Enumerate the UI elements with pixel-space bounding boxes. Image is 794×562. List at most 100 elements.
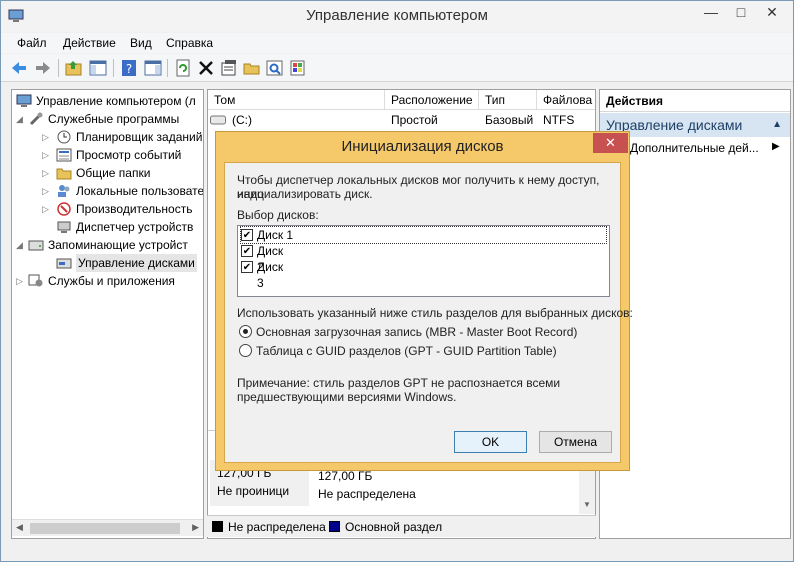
close-button[interactable]: ✕	[753, 1, 791, 23]
up-folder-icon[interactable]	[64, 58, 84, 78]
column-header-location[interactable]: Расположение	[385, 90, 479, 110]
toolbar-separator	[113, 59, 114, 77]
scroll-left-icon[interactable]: ◀	[16, 522, 23, 533]
menu-view[interactable]: Вид	[130, 36, 152, 50]
volume-name: (C:)	[232, 113, 252, 127]
mbr-radio[interactable]	[239, 325, 252, 338]
tree-item-label: Управление компьютером (л	[36, 94, 196, 108]
toolbar: ?	[1, 54, 793, 82]
forward-icon[interactable]	[33, 58, 53, 78]
shared-folder-icon	[56, 168, 72, 180]
open-icon[interactable]	[242, 58, 262, 78]
event-viewer-icon	[56, 148, 72, 162]
region-size: 127,00 ГБ	[318, 469, 373, 483]
region-status: Не распределена	[318, 487, 416, 501]
computer-management-icon	[16, 94, 32, 107]
expand-icon[interactable]: ▷	[42, 182, 52, 200]
performance-icon	[57, 202, 71, 216]
partition-style-label: Использовать указанный ниже стиль раздел…	[237, 306, 633, 320]
ok-button[interactable]: OK	[454, 431, 527, 453]
initialize-disk-dialog: Инициализация дисков ✕ Чтобы диспетчер л…	[215, 131, 633, 471]
delete-icon[interactable]	[196, 58, 216, 78]
show-hide-action-pane-icon[interactable]	[143, 58, 163, 78]
expand-icon[interactable]: ▷	[16, 272, 26, 290]
legend-label-primary: Основной раздел	[345, 520, 443, 534]
legend-swatch-primary	[329, 521, 340, 532]
title-bar: Управление компьютером — □ ✕	[1, 1, 793, 32]
expand-icon[interactable]: ▷	[42, 200, 52, 218]
device-manager-icon	[57, 221, 71, 233]
toolbar-separator	[58, 59, 59, 77]
tree-item-label: Локальные пользовате	[76, 184, 204, 198]
tree-item-label: Производительность	[76, 202, 193, 216]
tree-item-label: Управление дисками	[76, 254, 197, 272]
more-actions-item[interactable]: Дополнительные дей...	[630, 141, 759, 155]
note-line2: предшествующими версиями Windows.	[237, 390, 457, 404]
tree-item-label: Общие папки	[76, 166, 151, 180]
scroll-down-icon[interactable]: ▼	[583, 500, 591, 509]
disk-checkbox[interactable]: ✔	[241, 229, 253, 241]
expand-icon[interactable]: ▷	[42, 146, 52, 164]
tree-item-label: Планировщик заданий	[76, 130, 203, 144]
maximize-button[interactable]: □	[726, 1, 756, 23]
disk-checkbox[interactable]: ✔	[241, 261, 253, 273]
console-tree: Управление компьютером (л ◢ Служебные пр…	[11, 89, 204, 539]
back-icon[interactable]	[9, 58, 29, 78]
dialog-intro-line2: инициализировать диск.	[237, 187, 373, 201]
users-icon	[58, 185, 70, 197]
submenu-arrow-icon: ▶	[772, 141, 780, 152]
help-icon[interactable]: ?	[119, 58, 139, 78]
column-header-volume[interactable]: Том	[208, 90, 385, 110]
services-icon	[28, 274, 43, 287]
volume-location: Простой	[391, 113, 438, 127]
column-header-filesystem[interactable]: Файлова	[537, 90, 595, 110]
more-actions-label: Дополнительные дей...	[630, 141, 759, 155]
drive-icon	[210, 115, 226, 125]
tree-item-label: Запоминающие устройст	[48, 238, 188, 252]
clock-icon	[57, 130, 71, 144]
legend: Не распределена Основной раздел	[207, 515, 596, 537]
expand-icon[interactable]: ▷	[42, 128, 52, 146]
disk-list-item[interactable]: ✔ Диск 1	[240, 226, 607, 244]
select-disks-label: Выбор дисков:	[237, 208, 319, 222]
tree-item-label: Службы и приложения	[48, 274, 175, 288]
collapse-icon[interactable]: ◢	[16, 110, 26, 128]
gpt-radio[interactable]	[239, 344, 252, 357]
volume-filesystem: NTFS	[543, 113, 575, 127]
gpt-radio-label[interactable]: Таблица с GUID разделов (GPT - GUID Part…	[256, 344, 557, 358]
minimize-button[interactable]: —	[696, 1, 726, 23]
scroll-right-icon[interactable]: ▶	[192, 522, 199, 533]
tools-icon	[29, 112, 43, 126]
menu-bar: Файл Действие Вид Справка	[1, 33, 793, 53]
properties-icon[interactable]	[219, 58, 239, 78]
tree-item-label: Служебные программы	[48, 112, 180, 126]
cancel-button[interactable]: Отмена	[539, 431, 612, 453]
collapse-icon[interactable]: ◢	[16, 236, 26, 254]
wizard-icon[interactable]	[288, 58, 308, 78]
disk-checkbox[interactable]: ✔	[241, 245, 253, 257]
svg-text:?: ?	[126, 62, 132, 76]
toolbar-separator	[167, 59, 168, 77]
scrollbar-thumb[interactable]	[30, 523, 180, 534]
search-icon[interactable]	[265, 58, 285, 78]
column-header-type[interactable]: Тип	[479, 90, 537, 110]
dialog-title: Инициализация дисков	[341, 138, 504, 155]
mbr-radio-label[interactable]: Основная загрузочная запись (MBR - Maste…	[256, 325, 577, 339]
disk-status: Не проиници	[217, 484, 290, 498]
tree-horizontal-scrollbar[interactable]: ◀ ▶	[12, 519, 203, 536]
menu-file[interactable]: Файл	[17, 36, 47, 50]
legend-label-unallocated: Не распределена	[228, 520, 326, 534]
refresh-icon[interactable]	[173, 58, 193, 78]
menu-action[interactable]: Действие	[63, 36, 116, 50]
show-hide-tree-icon[interactable]	[88, 58, 108, 78]
volume-type: Базовый	[485, 113, 534, 127]
computer-management-window: Управление компьютером — □ ✕ Файл Действ…	[0, 0, 794, 562]
dialog-close-button[interactable]: ✕	[593, 133, 628, 153]
collapse-arrow-icon[interactable]: ▲	[772, 113, 782, 137]
window-title: Управление компьютером	[306, 7, 488, 24]
disk-list: ✔ Диск 1 ✔ Диск 2 ✔ Диск 3	[237, 225, 610, 297]
expand-icon[interactable]: ▷	[42, 164, 52, 182]
storage-icon	[28, 240, 44, 251]
actions-header: Действия	[600, 90, 790, 112]
menu-help[interactable]: Справка	[166, 36, 213, 50]
